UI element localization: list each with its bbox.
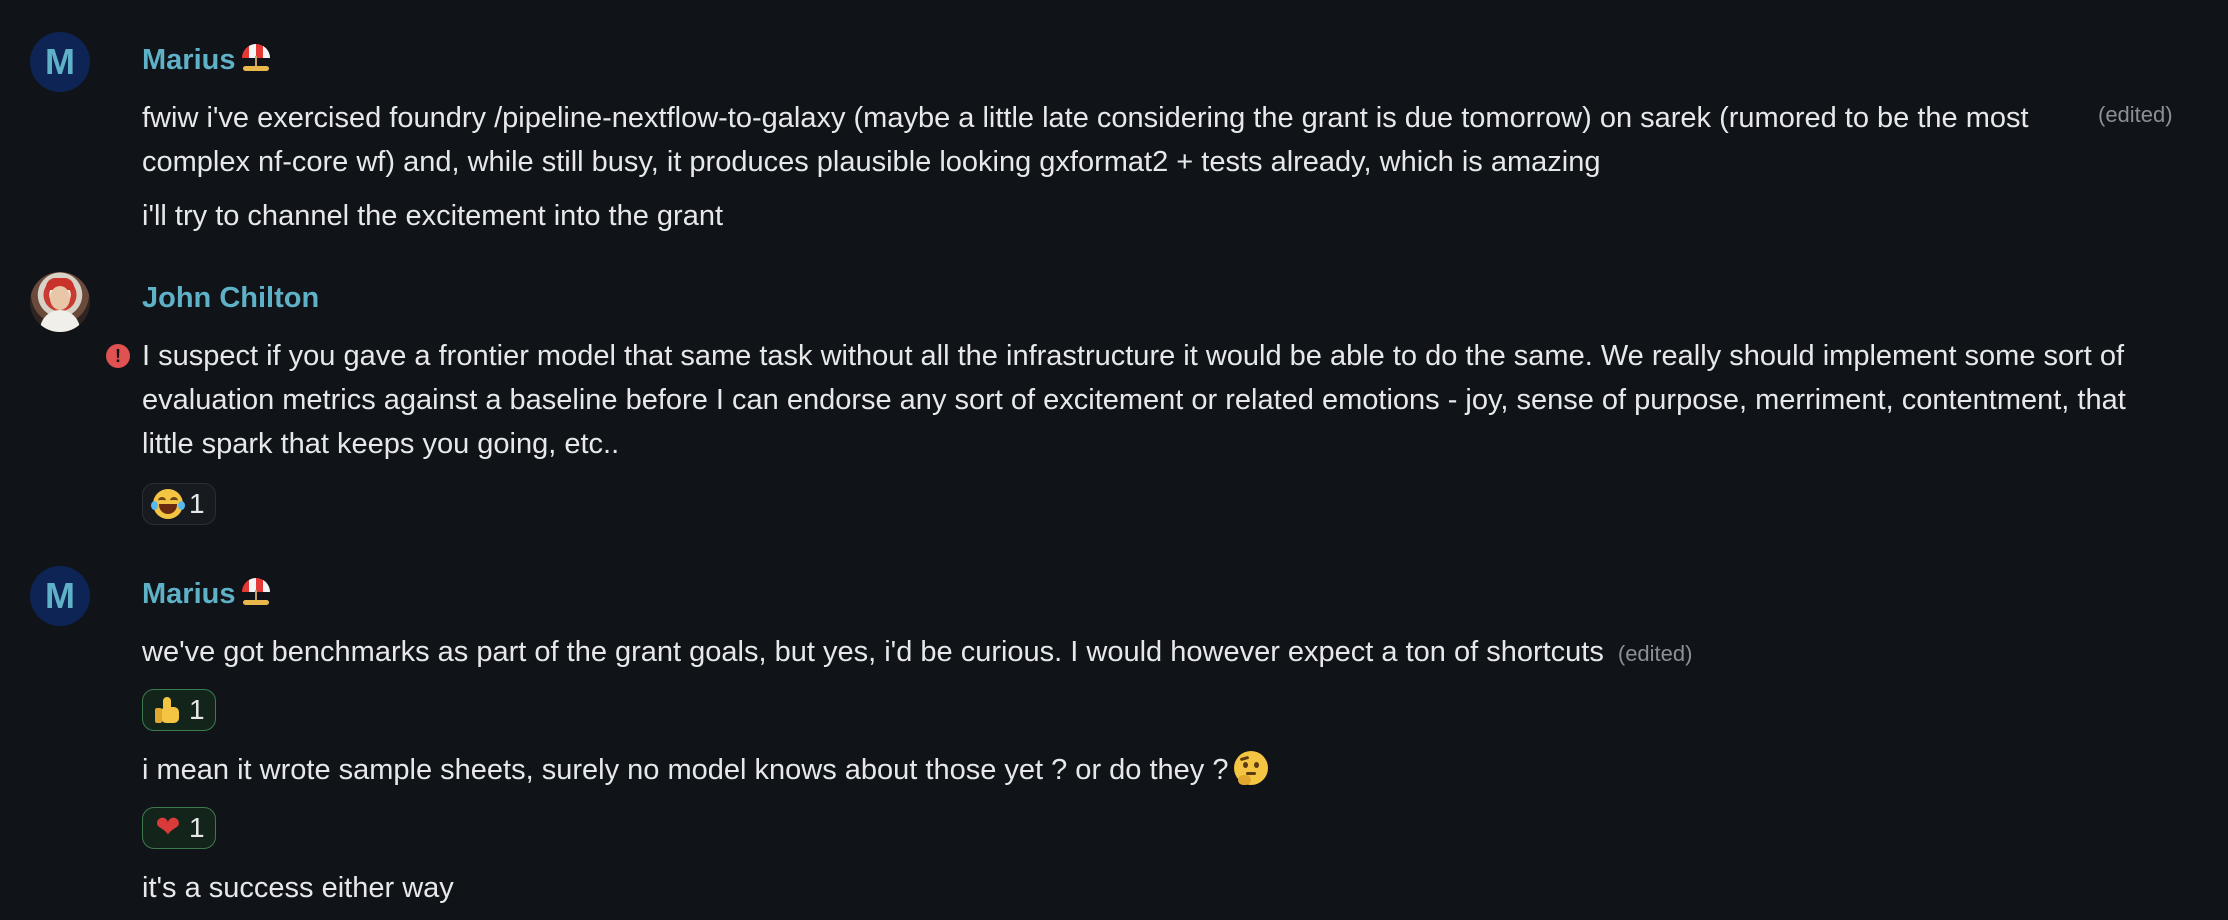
sender-name-label: Marius <box>142 44 236 76</box>
sender-name[interactable]: Marius <box>142 42 271 77</box>
avatar[interactable] <box>30 272 90 332</box>
message-text: i mean it wrote sample sheets, surely no… <box>142 748 2062 792</box>
message-text: I suspect if you gave a frontier model t… <box>142 340 2126 460</box>
reaction-count: 1 <box>189 488 205 519</box>
edited-label: (edited) <box>1617 641 1693 666</box>
message-text-content: we've got benchmarks as part of the gran… <box>142 636 1604 668</box>
message-text: we've got benchmarks as part of the gran… <box>142 630 2062 676</box>
error-icon[interactable]: ! <box>106 344 130 368</box>
reaction-thumbs-up[interactable]: 1 <box>142 689 216 731</box>
avatar-initial: M <box>45 41 75 82</box>
laughing-tears-emoji-icon <box>151 489 185 519</box>
thumbs-up-emoji-icon <box>153 695 183 725</box>
chat-timeline: M Marius fwiw i've exercised foundry /pi… <box>0 0 2228 920</box>
reaction-count: 1 <box>189 694 205 725</box>
reaction-count: 1 <box>189 812 205 843</box>
sender-name[interactable]: Marius <box>142 576 271 611</box>
message-text-content: i mean it wrote sample sheets, surely no… <box>142 754 1229 786</box>
message-text: it's a success either way <box>142 872 454 904</box>
red-heart-emoji-icon: ❤ <box>155 810 181 845</box>
beach-umbrella-icon <box>241 576 271 606</box>
avatar[interactable]: M <box>30 566 90 626</box>
message-text: i'll try to channel the excitement into … <box>142 200 724 232</box>
thinking-face-emoji-icon <box>1234 751 1269 785</box>
sender-name[interactable]: John Chilton <box>142 282 319 315</box>
beach-umbrella-icon <box>241 42 271 72</box>
message-text: fwiw i've exercised foundry /pipeline-ne… <box>142 102 2029 178</box>
reaction-laughing[interactable]: 1 <box>142 483 216 525</box>
avatar-initial: M <box>45 575 75 616</box>
reaction-heart[interactable]: ❤ 1 <box>142 807 216 849</box>
sender-name-label: Marius <box>142 578 236 610</box>
avatar[interactable]: M <box>30 32 90 92</box>
edited-label: (edited) <box>2098 102 2173 127</box>
